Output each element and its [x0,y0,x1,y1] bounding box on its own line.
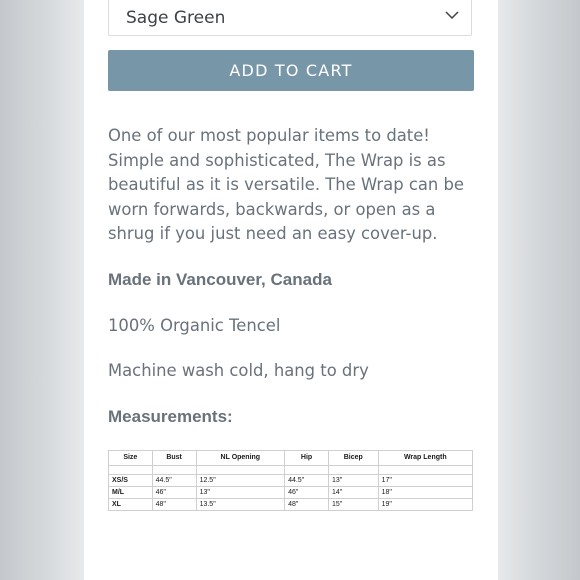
table-cell: XS/S [108,474,153,487]
color-select-value: Sage Green [126,8,226,28]
table-cell: 48" [151,498,197,511]
table-cell: 17" [377,474,474,487]
table-row: XS/S 44.5" 12.5" 44.5" 13" 17" [108,474,474,487]
table-cell: 44.5" [151,474,197,487]
product-description: One of our most popular items to date! S… [108,126,464,243]
add-to-cart-button[interactable]: ADD TO CART [108,50,474,91]
table-cell: 44.5" [284,474,330,487]
material-text: 100% Organic Tencel [108,316,281,335]
made-in-text: Made in Vancouver, Canada [108,270,332,289]
chevron-down-icon [445,11,459,20]
table-row: M/L 46" 13" 46" 14" 18" [108,486,474,499]
table-cell: 13" [195,486,286,499]
measurements-heading: Measurements: [108,407,233,426]
table-cell: 15" [328,498,379,511]
table-header-row: Size Bust NL Opening Hip Bicep Wrap Leng… [108,450,474,466]
table-cell: 48" [284,498,330,511]
table-row: XL 48" 13.5" 48" 15" 19" [108,498,474,511]
header-bicep: Bicep [328,450,379,466]
table-cell: 18" [377,486,474,499]
header-size: Size [108,450,153,466]
care-text: Machine wash cold, hang to dry [108,361,369,380]
table-cell: 13" [328,474,379,487]
header-nl-opening: NL Opening [195,450,286,466]
table-cell: 19" [377,498,474,511]
header-wrap-length: Wrap Length [377,450,474,466]
table-cell: 12.5" [195,474,286,487]
header-bust: Bust [151,450,197,466]
table-cell: M/L [108,486,153,499]
color-select[interactable]: Sage Green [108,0,472,36]
table-cell: 13.5" [195,498,286,511]
table-cell: 46" [284,486,330,499]
table-spacer-row [108,465,474,475]
measurements-table: Size Bust NL Opening Hip Bicep Wrap Leng… [108,450,474,511]
header-hip: Hip [284,450,330,466]
product-card: Sage Green ADD TO CART One of our most p… [84,0,498,580]
table-cell: 46" [151,486,197,499]
table-cell: XL [108,498,153,511]
table-cell: 14" [328,486,379,499]
